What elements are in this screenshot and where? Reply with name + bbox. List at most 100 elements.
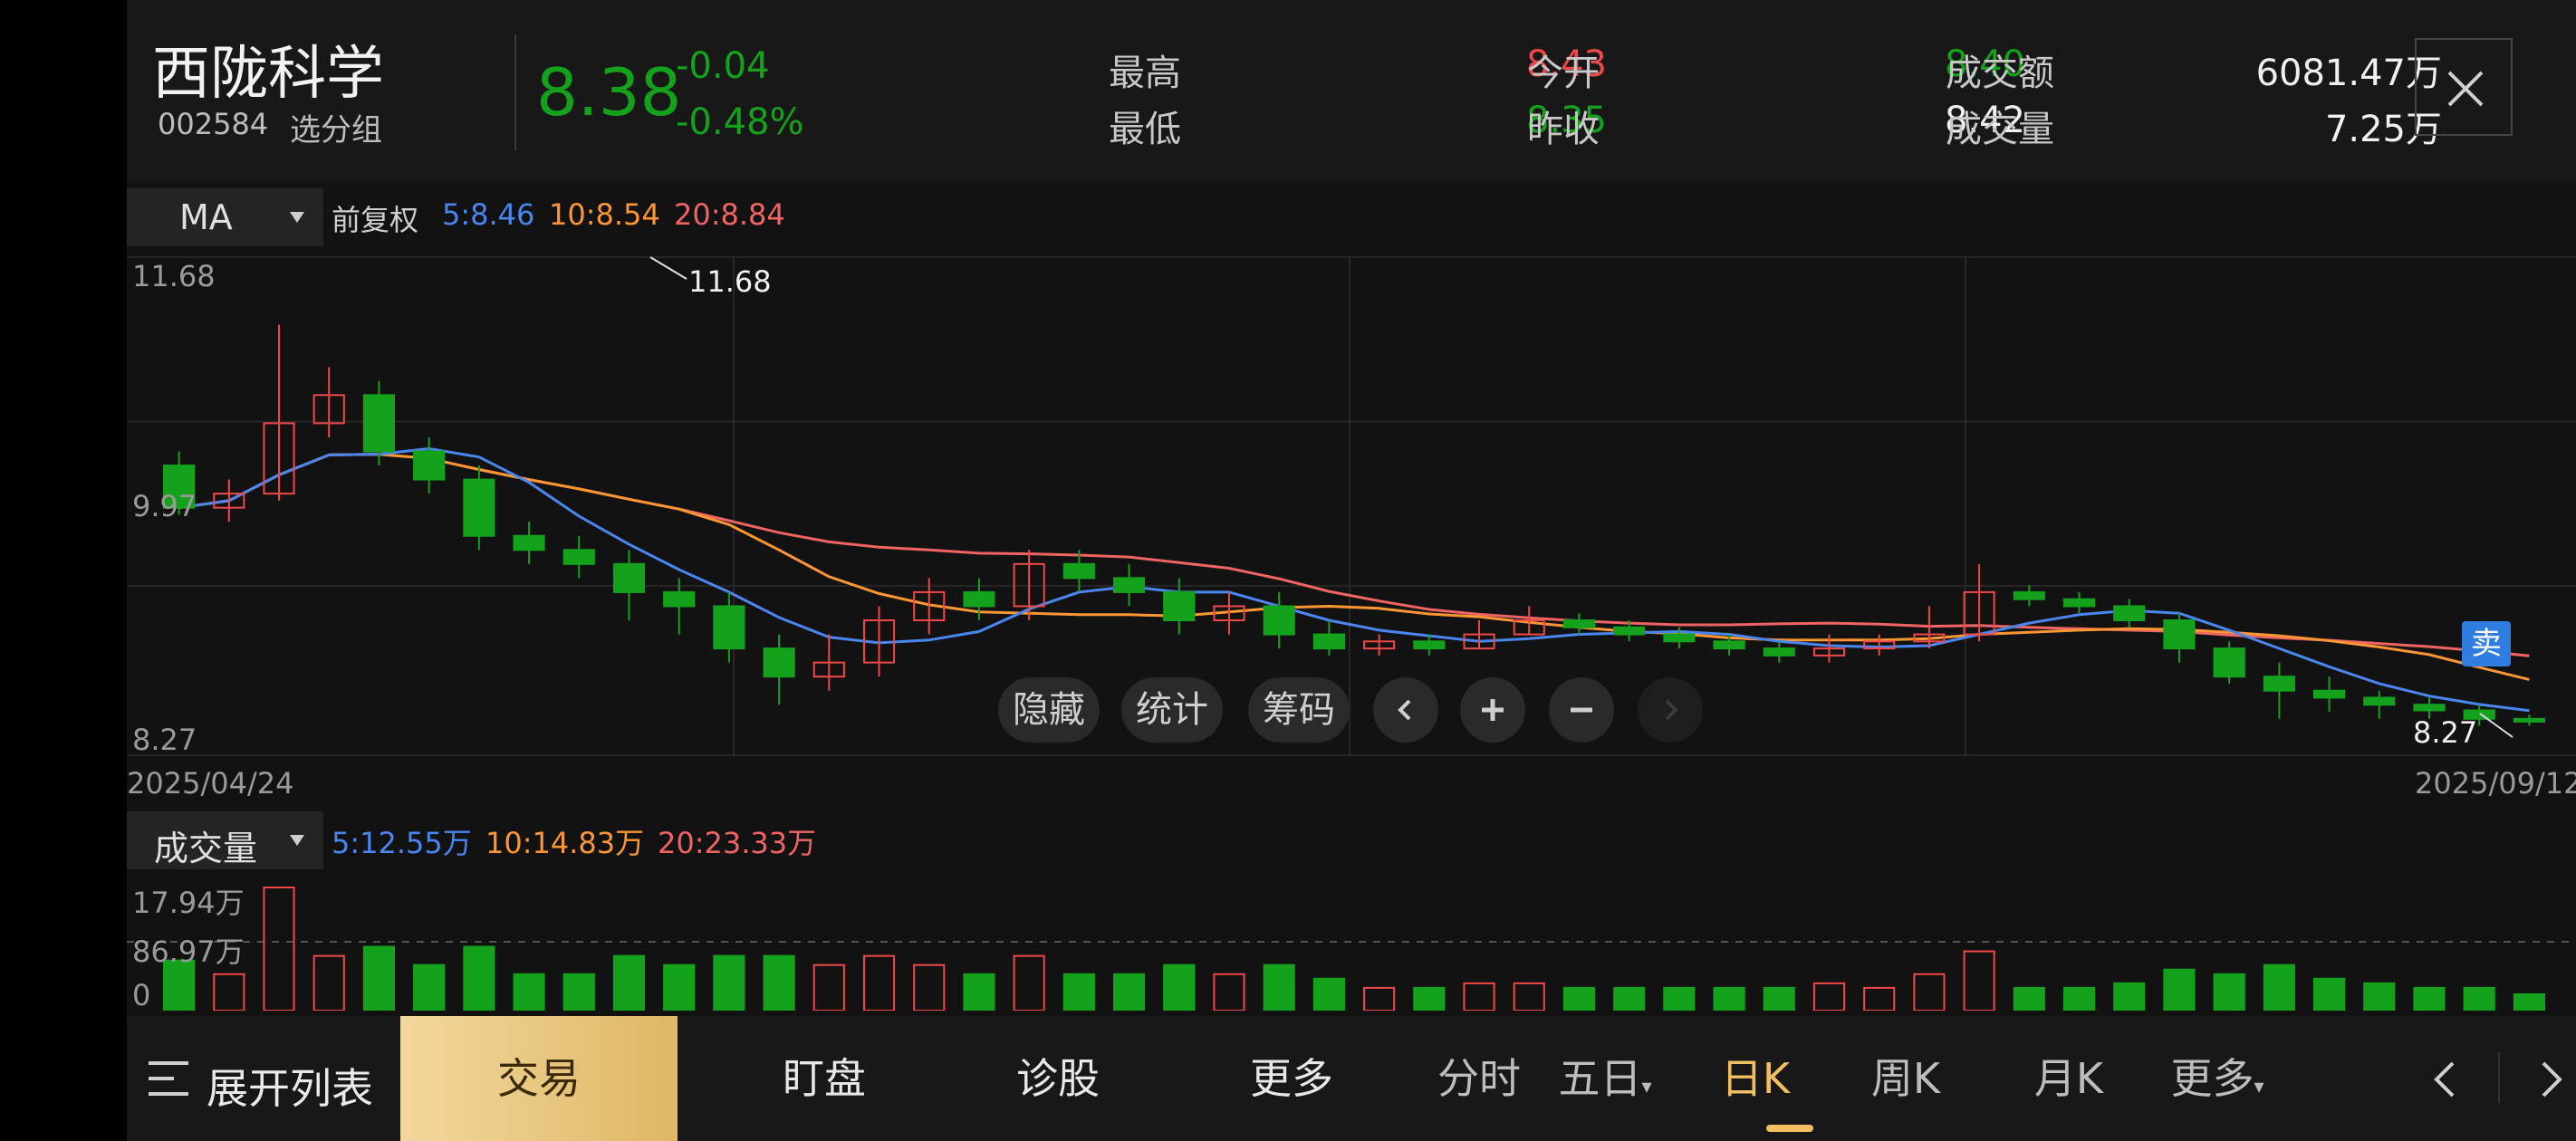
zoom-in-button[interactable]	[1460, 677, 1525, 743]
candle-body	[1263, 605, 1295, 636]
vol-ma20-legend: 20:23.33万	[658, 826, 817, 860]
volume-bar	[1613, 986, 1646, 1011]
candle-body	[2413, 704, 2446, 712]
candle-body	[2013, 590, 2045, 600]
vol-axis-mid-label: 86.97万	[132, 935, 245, 969]
volume-chart[interactable]	[127, 869, 2576, 1011]
volume-bar	[812, 964, 845, 1011]
volume-bar	[2513, 992, 2545, 1011]
quote-header: 西陇科学 002584 选分组 8.38 -0.04 -0.48% 最高 8.4…	[127, 0, 2576, 181]
candlestick-chart[interactable]	[127, 255, 2576, 757]
start-date-label: 2025/04/24	[127, 766, 294, 801]
stock-name: 西陇科学	[152, 41, 384, 108]
stats-button[interactable]: 统计	[1121, 677, 1223, 743]
volume-bars	[163, 887, 2545, 1011]
tab-five-day-label: 五日	[1558, 1054, 1642, 1103]
min-price-marker: 8.27	[2413, 715, 2478, 750]
active-tab-indicator	[1766, 1125, 1813, 1132]
volume-bar	[1413, 986, 1446, 1011]
volume-bar	[1263, 964, 1295, 1011]
ma5-polyline	[178, 446, 2530, 713]
volume-bar	[1763, 986, 1795, 1011]
volume-bar	[2163, 968, 2196, 1011]
tabs-prev-button[interactable]	[2427, 1060, 2464, 1103]
candle-body	[1163, 590, 1196, 621]
scroll-left-button[interactable]	[1373, 677, 1438, 743]
tab-intraday[interactable]: 分时	[1413, 1016, 1545, 1141]
candle-body	[1713, 640, 1745, 650]
volume-bar	[913, 964, 946, 1011]
volume-bar	[2363, 982, 2396, 1011]
more-button[interactable]: 更多	[1192, 1016, 1391, 1141]
volume-bar	[1863, 986, 1896, 1011]
tabs-next-button[interactable]	[2533, 1060, 2569, 1103]
volume-bar	[1812, 982, 1846, 1011]
max-marker-line	[649, 256, 687, 280]
volume-bar	[1312, 977, 1345, 1011]
volume-bar	[413, 964, 446, 1011]
candle-body	[463, 478, 495, 537]
scroll-right-button[interactable]	[1638, 677, 1703, 743]
volume-bar	[1062, 973, 1095, 1011]
candle-body	[1312, 633, 1345, 650]
volume-indicator-select[interactable]: 成交量	[127, 811, 323, 869]
volume-bar	[513, 973, 545, 1011]
volume-bar	[2413, 986, 2446, 1011]
expand-list-button[interactable]: 展开列表	[127, 1016, 399, 1141]
volume-bar	[1663, 986, 1696, 1011]
tab-weekly-k[interactable]: 周K	[1853, 1016, 1958, 1141]
candle-body	[1562, 618, 1595, 628]
chevron-left-icon	[1398, 699, 1411, 721]
candle-body	[763, 647, 795, 678]
volume-label: 成交量	[1946, 109, 2054, 150]
ma5-line	[178, 446, 2530, 713]
vol-axis-zero-label: 0	[132, 978, 151, 1012]
candle-body	[963, 590, 995, 608]
high-label: 最高	[1109, 53, 1181, 94]
trade-label: 交易	[497, 1054, 581, 1103]
tab-more[interactable]: 更多▾	[2159, 1016, 2275, 1141]
chips-button[interactable]: 筹码	[1248, 677, 1350, 743]
dropdown-arrow-icon: ▾	[2254, 1076, 2264, 1098]
volume-bar	[713, 954, 745, 1011]
diagnose-button[interactable]: 诊股	[958, 1016, 1158, 1141]
candle-body	[1763, 647, 1795, 657]
volume-bar	[1163, 964, 1196, 1011]
close-button[interactable]	[2415, 38, 2513, 136]
expand-list-label: 展开列表	[207, 1064, 373, 1113]
vol-ma10-legend: 10:14.83万	[485, 826, 645, 860]
indicator-select[interactable]: MA	[127, 188, 323, 246]
chevron-right-icon	[1665, 699, 1678, 721]
volume-bar	[1513, 982, 1545, 1011]
stock-detail-screen: 西陇科学 002584 选分组 8.38 -0.04 -0.48% 最高 8.4…	[127, 0, 2576, 1141]
volume-bar	[1963, 950, 1995, 1011]
close-icon	[2447, 71, 2484, 107]
sell-badge[interactable]: 卖	[2462, 621, 2511, 666]
volume-bar	[1213, 973, 1245, 1011]
candle-body	[1062, 562, 1095, 580]
hide-button[interactable]: 隐藏	[998, 677, 1100, 743]
tab-monthly-k[interactable]: 月K	[2016, 1016, 2121, 1141]
bottom-toolbar: 展开列表 交易 盯盘 诊股 更多 分时 五日▾ 日K 周K 月K 更多▾	[127, 1016, 2576, 1141]
minus-icon	[1571, 707, 1592, 713]
tab-five-day[interactable]: 五日▾	[1551, 1016, 1659, 1141]
list-icon	[149, 1061, 188, 1096]
group-select-link[interactable]: 选分组	[290, 105, 382, 149]
adjust-label[interactable]: 前复权	[332, 197, 418, 239]
tab-daily-k[interactable]: 日K	[1703, 1016, 1808, 1141]
zoom-out-button[interactable]	[1549, 677, 1614, 743]
volume-bar	[362, 945, 395, 1011]
trade-button[interactable]: 交易	[400, 1016, 678, 1141]
candle-body	[2163, 618, 2196, 650]
ma10-legend: 10:8.54	[549, 197, 660, 232]
volume-bar	[2313, 977, 2346, 1011]
volume-bar	[763, 954, 795, 1011]
chevron-right-icon	[2542, 1061, 2562, 1098]
volume-bar	[2263, 964, 2295, 1011]
amount-value: 6081.47万	[2255, 53, 2442, 94]
volume-bar	[312, 954, 345, 1011]
watch-button[interactable]: 盯盘	[725, 1016, 924, 1141]
tabs-divider	[2498, 1052, 2500, 1103]
volume-indicator-label: 成交量	[154, 829, 258, 868]
volume-bar	[562, 973, 595, 1011]
